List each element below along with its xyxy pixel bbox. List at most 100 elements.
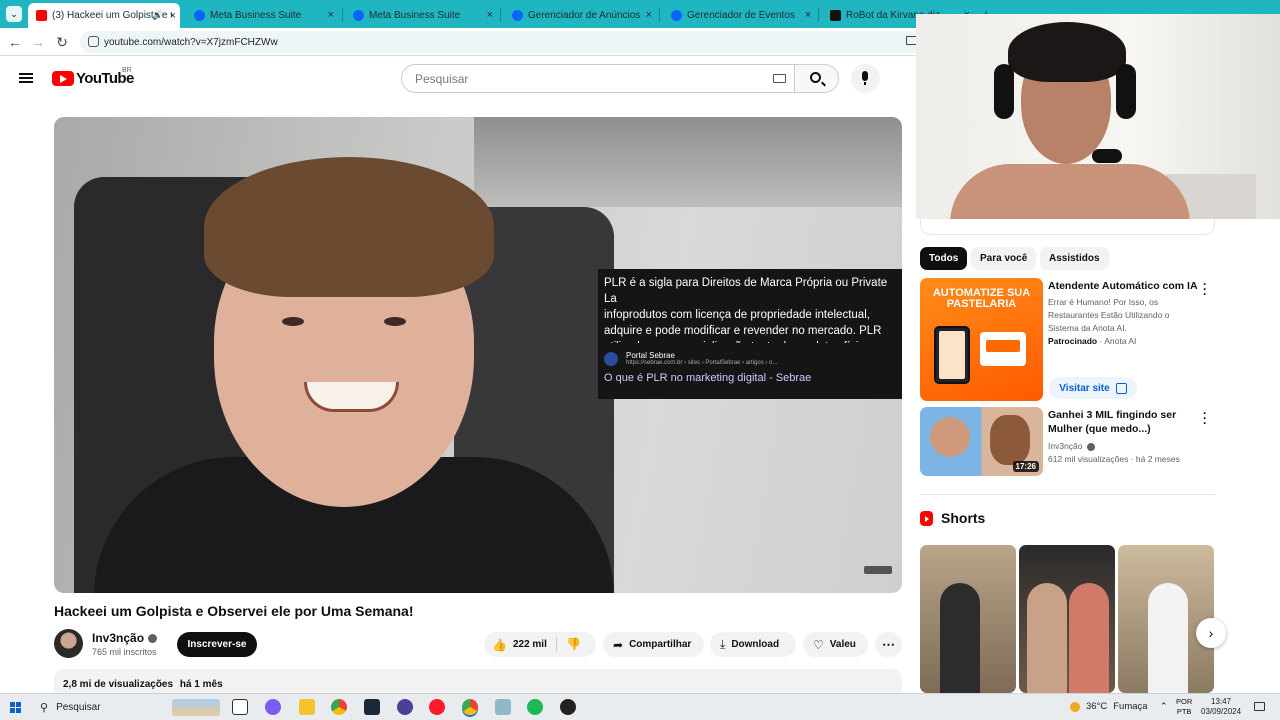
thanks-button[interactable]: ♡ Valeu bbox=[803, 632, 868, 657]
task-view-icon[interactable] bbox=[232, 699, 248, 715]
tab-search-dropdown[interactable]: ⌄ bbox=[6, 6, 22, 22]
thumbs-up-icon: 👍 bbox=[492, 637, 507, 652]
short-thumbnail[interactable] bbox=[1019, 545, 1115, 693]
more-actions-button[interactable]: ⋯ bbox=[875, 632, 902, 657]
taskbar-clock[interactable]: 13:47 03/09/2024 bbox=[1201, 697, 1241, 717]
meta-favicon-icon bbox=[671, 9, 682, 21]
reload-button[interactable]: ↻ bbox=[53, 33, 71, 51]
short-thumbnail[interactable] bbox=[1118, 545, 1214, 693]
thumbs-down-icon: 👎 bbox=[566, 637, 581, 651]
kirvano-favicon-icon bbox=[830, 9, 841, 21]
close-icon[interactable]: × bbox=[328, 9, 334, 21]
shorts-icon bbox=[920, 510, 933, 526]
chrome-icon[interactable] bbox=[331, 699, 347, 715]
download-button[interactable]: ⤓ Download bbox=[710, 632, 796, 657]
video-watermark bbox=[864, 566, 892, 574]
headset-icon bbox=[994, 64, 1014, 119]
chip-todos[interactable]: Todos bbox=[920, 247, 968, 270]
close-icon[interactable]: × bbox=[170, 10, 176, 22]
chrome-active-icon[interactable] bbox=[462, 699, 478, 715]
video-player[interactable]: PLR é a sigla para Direitos de Marca Pró… bbox=[54, 117, 902, 593]
address-bar[interactable]: youtube.com/watch?v=X7jzmFCHZWw bbox=[80, 31, 920, 53]
youtube-favicon-icon bbox=[36, 10, 47, 21]
close-icon[interactable]: × bbox=[646, 9, 652, 21]
search-input[interactable]: Pesquisar bbox=[401, 64, 795, 93]
ad-thumbnail-text: AUTOMATIZE SUA PASTELARIA bbox=[932, 287, 1031, 310]
short-person bbox=[1069, 583, 1109, 693]
more-horizontal-icon: ⋯ bbox=[882, 636, 895, 652]
ad-title[interactable]: Atendente Automático com IA bbox=[1048, 279, 1198, 293]
back-button[interactable]: ← bbox=[6, 33, 24, 51]
close-icon[interactable]: × bbox=[805, 9, 811, 21]
country-code: BR bbox=[122, 67, 132, 74]
overlay-source-url: https://sebrae.com.br › sites › PortalSe… bbox=[626, 360, 778, 366]
dislike-button[interactable]: 👎 bbox=[566, 637, 581, 651]
search-placeholder: Pesquisar bbox=[415, 71, 469, 86]
like-button[interactable]: 👍 222 mil bbox=[492, 632, 547, 657]
divider bbox=[920, 494, 1215, 495]
tray-overflow-icon[interactable]: ⌃ bbox=[1160, 701, 1168, 712]
forward-button[interactable]: → bbox=[29, 33, 47, 51]
visit-site-label: Visitar site bbox=[1059, 382, 1110, 394]
weather-widget[interactable]: 36°C Fumaça bbox=[1070, 701, 1148, 712]
chip-assistidos[interactable]: Assistidos bbox=[1040, 247, 1109, 270]
spotify-icon[interactable] bbox=[527, 699, 543, 715]
video-menu-icon[interactable]: · · · bbox=[1203, 407, 1207, 429]
close-icon[interactable]: × bbox=[487, 9, 493, 21]
youtube-header: YouTube BR Pesquisar bbox=[0, 56, 916, 100]
app-icon[interactable] bbox=[560, 699, 576, 715]
visit-site-button[interactable]: Visitar site bbox=[1049, 377, 1137, 399]
advertiser-name: Anota AI bbox=[1104, 336, 1137, 346]
search-icon: ⚲ bbox=[40, 702, 49, 714]
search-icon bbox=[810, 72, 821, 83]
speaker-icon[interactable]: 🔊 bbox=[152, 10, 163, 21]
menu-icon[interactable] bbox=[19, 73, 33, 83]
verified-icon bbox=[148, 633, 158, 643]
tab-divider bbox=[659, 8, 660, 22]
video-frame-background bbox=[474, 117, 902, 207]
search-button[interactable] bbox=[795, 64, 839, 93]
tab-meta-business-suite-1[interactable]: Meta Business Suite × bbox=[186, 4, 338, 26]
tab-title: Meta Business Suite bbox=[369, 9, 461, 21]
channel-name[interactable]: Inv3nção bbox=[92, 631, 144, 645]
opera-icon[interactable] bbox=[429, 699, 445, 715]
recommended-channel[interactable]: Inv3nção bbox=[1048, 440, 1083, 453]
windows-start-icon[interactable] bbox=[10, 702, 21, 713]
taskbar-search-label: Pesquisar bbox=[56, 702, 101, 713]
chip-para-voce[interactable]: Para você bbox=[971, 247, 1037, 270]
recommended-video-title[interactable]: Ganhei 3 MIL fingindo ser Mulher (que me… bbox=[1048, 408, 1198, 436]
tab-meta-business-suite-2[interactable]: Meta Business Suite × bbox=[345, 4, 497, 26]
ad-thumbnail[interactable]: AUTOMATIZE SUA PASTELARIA bbox=[920, 278, 1043, 401]
notification-icon[interactable] bbox=[1254, 702, 1265, 711]
tab-events-manager[interactable]: Gerenciador de Eventos × bbox=[663, 4, 815, 26]
recommended-channel-row[interactable]: Inv3nção bbox=[1048, 440, 1095, 453]
app-icon[interactable] bbox=[495, 699, 511, 715]
subscribe-button[interactable]: Inscrever-se bbox=[177, 632, 257, 657]
copilot-icon[interactable] bbox=[265, 699, 281, 715]
share-button[interactable]: ➦ Compartilhar bbox=[603, 632, 704, 657]
file-explorer-icon[interactable] bbox=[299, 699, 315, 715]
tab-title: Meta Business Suite bbox=[210, 9, 302, 21]
taskbar-search[interactable]: ⚲ Pesquisar bbox=[32, 697, 222, 718]
video-title: Hackeei um Golpista e Observei ele por U… bbox=[54, 603, 414, 619]
tab-divider bbox=[342, 8, 343, 22]
steam-icon[interactable] bbox=[364, 699, 380, 715]
tab-youtube-video[interactable]: (3) Hackeei um Golpista e O 🔊 × bbox=[28, 3, 180, 28]
site-info-icon[interactable] bbox=[88, 36, 99, 47]
channel-avatar[interactable] bbox=[54, 629, 83, 658]
ad-menu-icon[interactable]: · · · bbox=[1203, 278, 1207, 300]
weather-temp: 36°C bbox=[1086, 701, 1108, 712]
discord-icon[interactable] bbox=[397, 699, 413, 715]
video-thumbnail[interactable]: 17:26 bbox=[920, 407, 1043, 476]
channel-name-row[interactable]: Inv3nção bbox=[92, 631, 158, 645]
keyboard-icon[interactable] bbox=[773, 74, 786, 83]
overlay-source-name: Portal Sebrae bbox=[626, 351, 675, 360]
tab-ads-manager[interactable]: Gerenciador de Anúncios - Ger × bbox=[504, 4, 656, 26]
headset-icon bbox=[1116, 64, 1136, 119]
weather-desc: Fumaça bbox=[1113, 701, 1148, 712]
short-thumbnail[interactable] bbox=[920, 545, 1016, 693]
language-indicator[interactable]: POR PTB bbox=[1176, 697, 1192, 717]
shorts-next-button[interactable]: › bbox=[1196, 618, 1226, 648]
voice-search-button[interactable] bbox=[851, 64, 880, 93]
clock-time: 13:47 bbox=[1211, 697, 1232, 706]
